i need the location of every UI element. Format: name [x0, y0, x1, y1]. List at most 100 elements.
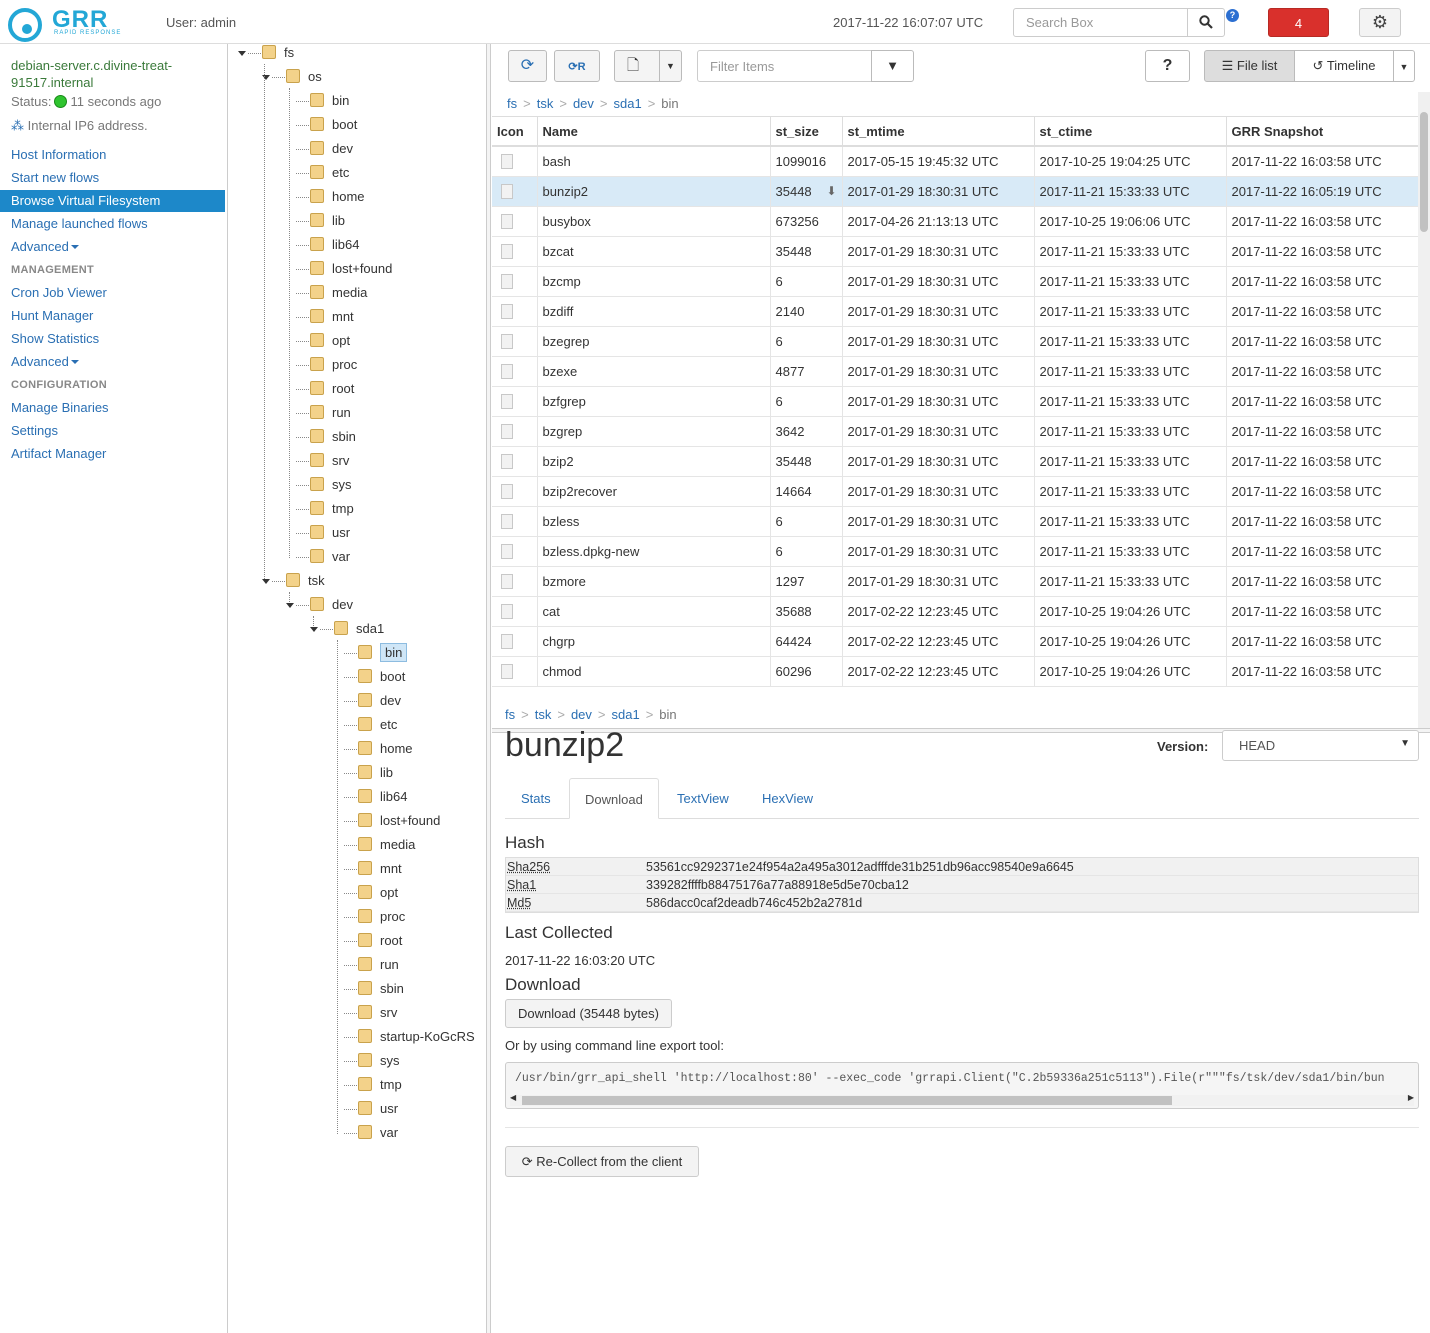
tree-node[interactable]: mnt — [310, 306, 354, 328]
cli-command[interactable]: /usr/bin/grr_api_shell 'http://localhost… — [515, 1072, 1385, 1085]
tab-download[interactable]: Download — [569, 778, 659, 819]
nav-hunt-manager[interactable]: Hunt Manager — [0, 305, 225, 327]
version-select[interactable]: HEAD ▼ — [1222, 730, 1419, 761]
tree-node[interactable]: sda1 — [334, 618, 384, 640]
tree-node[interactable]: srv — [310, 450, 349, 472]
filter-button[interactable]: ▼ — [871, 50, 914, 82]
tree-node[interactable]: lost+found — [358, 810, 440, 832]
tab-stats[interactable]: Stats — [506, 778, 566, 819]
breadcrumb-link[interactable]: tsk — [537, 96, 554, 111]
table-row[interactable]: bzdiff 2140 2017-01-29 18:30:31 UTC 2017-11… — [492, 296, 1418, 327]
help-icon[interactable]: ? — [1226, 9, 1239, 22]
search-button[interactable] — [1187, 8, 1225, 37]
nav-cron-job-viewer[interactable]: Cron Job Viewer — [0, 282, 225, 304]
breadcrumb-link[interactable]: tsk — [535, 707, 552, 722]
tree-node[interactable]: etc — [310, 162, 349, 184]
table-row[interactable]: bzless 6 2017-01-29 18:30:31 UTC 2017-11-21… — [492, 506, 1418, 537]
tree-node[interactable]: bin — [310, 90, 349, 112]
tree-node[interactable]: var — [358, 1122, 398, 1144]
breadcrumb-link[interactable]: sda1 — [612, 707, 640, 722]
tree-node[interactable]: home — [310, 186, 365, 208]
table-row[interactable]: bzless.dpkg-new 6 2017-01-29 18:30:31 UTC 2… — [492, 536, 1418, 567]
table-row[interactable]: bzip2 35448 2017-01-29 18:30:31 UTC 2017-11… — [492, 446, 1418, 477]
nav-show-statistics[interactable]: Show Statistics — [0, 328, 225, 350]
notifications-button[interactable]: 4 — [1268, 8, 1329, 37]
view-dropdown-button[interactable]: ▼ — [1393, 50, 1415, 82]
tree-node[interactable]: tsk — [286, 570, 325, 592]
cli-scrollbar[interactable]: ◀ ▶ — [510, 1093, 1414, 1106]
column-header[interactable]: st_ctime — [1034, 117, 1227, 147]
breadcrumb-link[interactable]: dev — [573, 96, 594, 111]
tree-node[interactable]: proc — [310, 354, 357, 376]
tree-node[interactable]: sys — [358, 1050, 400, 1072]
tree-node[interactable]: startup-KoGcRS — [358, 1026, 475, 1048]
table-row[interactable]: bunzip2 35448 ⬇ 2017-01-29 18:30:31 UTC 2017… — [492, 176, 1418, 207]
tree-node[interactable]: media — [310, 282, 367, 304]
breadcrumb-link[interactable]: dev — [571, 707, 592, 722]
column-header[interactable]: Icon — [492, 117, 538, 147]
tab-textview[interactable]: TextView — [662, 778, 744, 819]
tree-node[interactable]: usr — [358, 1098, 398, 1120]
tree-node[interactable]: lost+found — [310, 258, 392, 280]
nav-host-information[interactable]: Host Information — [0, 144, 225, 166]
table-row[interactable]: chmod 60296 2017-02-22 12:23:45 UTC 2017-10… — [492, 656, 1418, 687]
tree-node[interactable]: media — [358, 834, 415, 856]
nav-artifact-manager[interactable]: Artifact Manager — [0, 443, 225, 465]
collapse-toggle-icon[interactable] — [310, 627, 318, 632]
table-row[interactable]: bzcmp 6 2017-01-29 18:30:31 UTC 2017-11-21 … — [492, 266, 1418, 297]
tree-node[interactable]: home — [358, 738, 413, 760]
tree-node[interactable]: lib64 — [310, 234, 359, 256]
tab-hexview[interactable]: HexView — [747, 778, 828, 819]
nav-settings[interactable]: Settings — [0, 420, 225, 442]
tree-node[interactable]: sbin — [358, 978, 404, 1000]
tree-node[interactable]: boot — [310, 114, 357, 136]
table-row[interactable]: bzfgrep 6 2017-01-29 18:30:31 UTC 2017-11-2… — [492, 386, 1418, 417]
pane-splitter[interactable] — [486, 44, 491, 1333]
tree-node[interactable]: run — [358, 954, 399, 976]
table-row[interactable]: bash 1099016 2017-05-15 19:45:32 UTC 2017-1… — [492, 146, 1418, 177]
column-header[interactable]: st_size — [770, 117, 843, 147]
tree-node[interactable]: sys — [310, 474, 352, 496]
tree-node[interactable]: tmp — [358, 1074, 402, 1096]
nav-browse-vfs[interactable]: Browse Virtual Filesystem — [0, 190, 225, 212]
table-row[interactable]: bzcat 35448 2017-01-29 18:30:31 UTC 2017-11… — [492, 236, 1418, 267]
tree-node[interactable]: os — [286, 66, 322, 88]
tree-node[interactable]: lib — [310, 210, 345, 232]
collapse-toggle-icon[interactable] — [238, 51, 246, 56]
scroll-left-icon[interactable]: ◀ — [510, 1093, 516, 1102]
file-list-toggle[interactable]: ☰ File list — [1204, 50, 1295, 82]
nav-start-new-flows[interactable]: Start new flows — [0, 167, 225, 189]
tree-node[interactable]: usr — [310, 522, 350, 544]
timeline-toggle[interactable]: ↺ Timeline — [1294, 50, 1394, 82]
cli-command-box[interactable]: /usr/bin/grr_api_shell 'http://localhost… — [505, 1062, 1419, 1109]
settings-button[interactable]: ⚙ — [1359, 8, 1401, 37]
column-header[interactable]: Name — [537, 117, 771, 147]
tree-node[interactable]: lib — [358, 762, 393, 784]
collect-button[interactable]: 🗋 ▼ — [614, 50, 682, 82]
download-icon[interactable]: ⬇ — [826, 184, 836, 198]
refresh-button[interactable]: ⟳ — [508, 50, 547, 82]
column-header[interactable]: GRR Snapshot — [1226, 117, 1418, 147]
grr-logo[interactable]: GRR RAPID RESPONSE — [8, 6, 123, 42]
tree-node[interactable]: dev — [358, 690, 401, 712]
help-button[interactable]: ? — [1145, 50, 1190, 82]
client-hostname[interactable]: debian-server.c.divine-treat-91517.inter… — [11, 57, 221, 91]
breadcrumb-link[interactable]: fs — [505, 707, 515, 722]
cli-scrollbar-thumb[interactable] — [522, 1096, 1172, 1105]
table-scrollbar[interactable] — [1418, 92, 1430, 728]
filter-input[interactable]: Filter Items — [697, 50, 872, 82]
tree-node[interactable]: root — [358, 930, 402, 952]
tree-node[interactable]: srv — [358, 1002, 397, 1024]
tree-node[interactable]: bin — [358, 642, 408, 664]
breadcrumb-link[interactable]: sda1 — [614, 96, 642, 111]
nav-advanced-management[interactable]: Advanced — [0, 351, 225, 373]
table-row[interactable]: bzegrep 6 2017-01-29 18:30:31 UTC 2017-11-2… — [492, 326, 1418, 357]
tree-node[interactable]: mnt — [358, 858, 402, 880]
table-row[interactable]: busybox 673256 2017-04-26 21:13:13 UTC 2017… — [492, 206, 1418, 237]
tree-node[interactable]: var — [310, 546, 350, 568]
tree-node[interactable]: proc — [358, 906, 405, 928]
tree-node[interactable]: tmp — [310, 498, 354, 520]
tree-node[interactable]: sbin — [310, 426, 356, 448]
collapse-toggle-icon[interactable] — [262, 579, 270, 584]
tree-node[interactable]: run — [310, 402, 351, 424]
